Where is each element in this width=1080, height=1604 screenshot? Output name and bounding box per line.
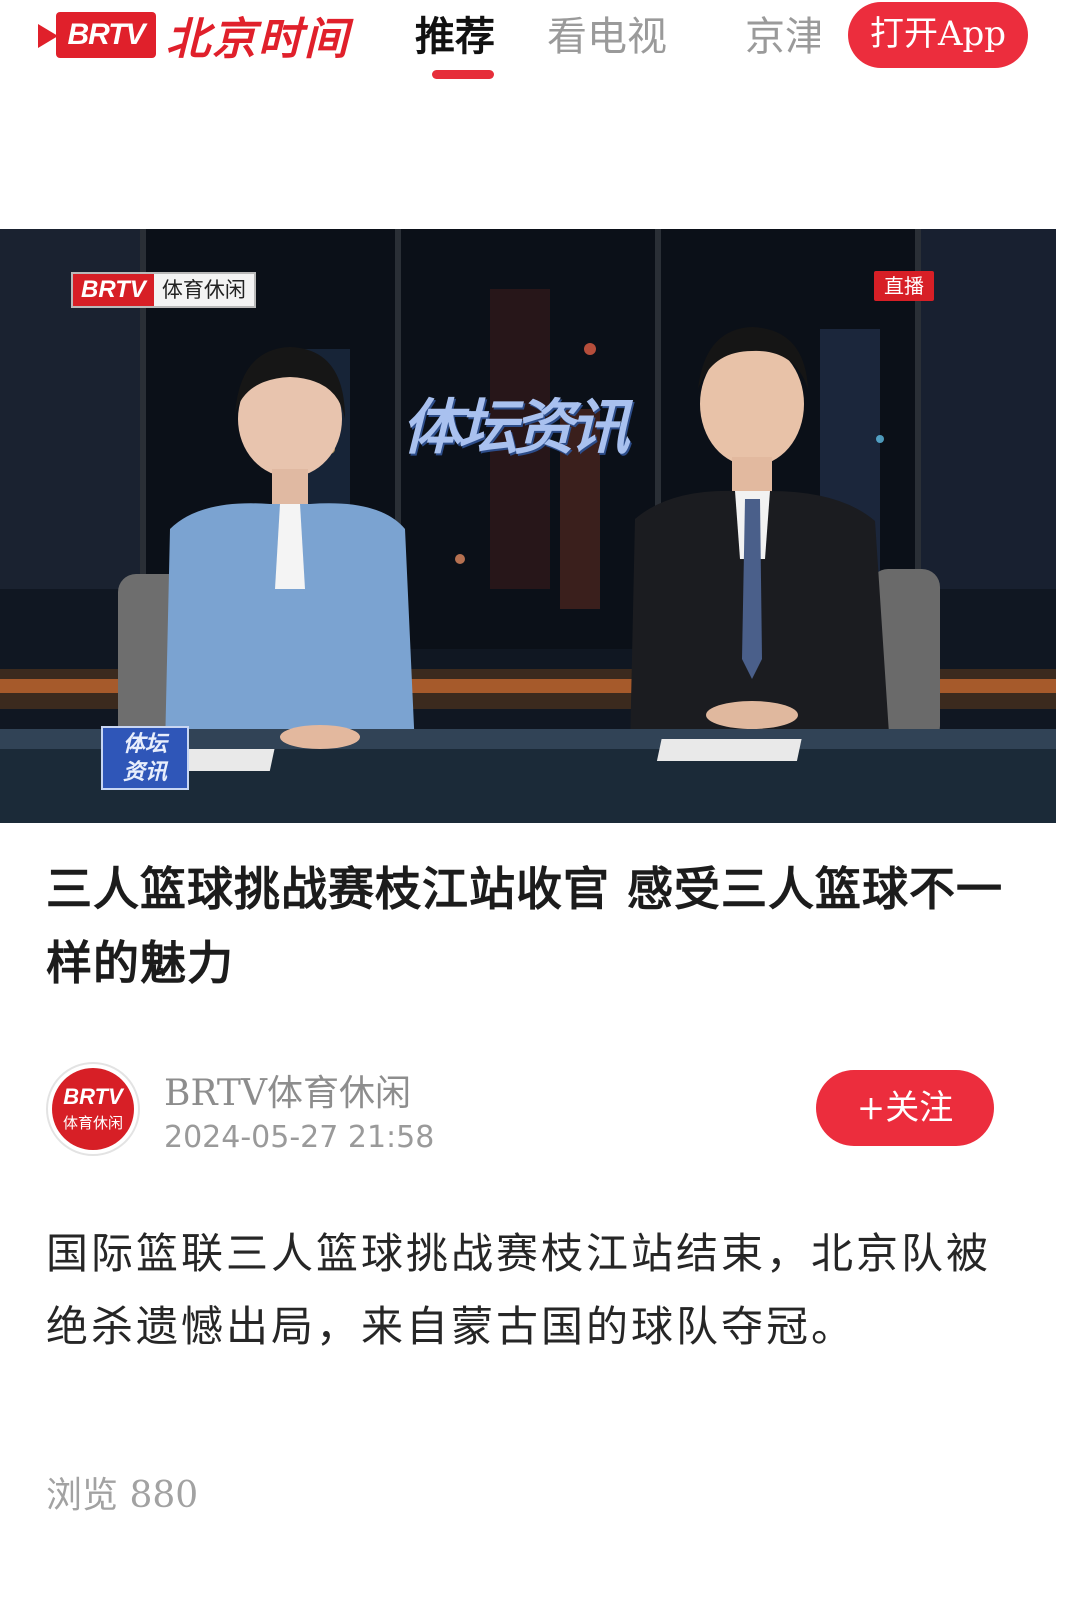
follow-button[interactable]: +关注 [816,1070,994,1146]
tab-watch-tv[interactable]: 看电视 [547,8,667,68]
open-app-button[interactable]: 打开App [848,2,1028,68]
channel-bug: BRTV 体育休闲 [71,272,256,308]
avatar-brand: BRTV [63,1084,123,1109]
brtv-logo-mark: BRTV [38,8,156,62]
author-avatar[interactable]: BRTV 体育休闲 [46,1062,140,1156]
author-row: BRTV 体育休闲 BRTV体育休闲 2024-05-27 21:58 +关注 [46,1062,1036,1158]
tab-jingjin[interactable]: 京津 [745,8,820,66]
top-header: BRTV 北京时间 推荐 看电视 京津 打开App [0,0,1080,110]
live-badge: 直播 [874,271,934,301]
active-tab-indicator [432,70,494,79]
tab-recommend[interactable]: 推荐 [415,8,495,68]
corner-logo-line2: 资讯 [122,760,167,785]
brtv-logo[interactable]: BRTV 北京时间 [38,8,350,65]
view-count: 浏览 880 [46,1475,199,1516]
show-title-graphic: 体坛资讯 [397,393,640,463]
avatar-badge: BRTV 体育休闲 [52,1068,134,1150]
avatar-sub: 体育休闲 [62,1114,123,1132]
channel-bug-name: 体育休闲 [153,274,254,306]
author-name[interactable]: BRTV体育休闲 [164,1064,411,1116]
logo-brtv-text: BRTV [56,12,156,58]
channel-bug-brand: BRTV [73,274,154,306]
publish-time: 2024-05-27 21:58 [164,1120,435,1155]
logo-play-triangle [38,24,58,48]
show-corner-logo: 体坛 资讯 [101,726,189,790]
video-player[interactable]: BRTV 体育休闲 直播 体坛资讯 体坛 资讯 [0,229,1056,823]
corner-logo-line1: 体坛 [122,732,167,757]
tab-jingjin-clip: 京津 [745,8,820,68]
article-body: 国际篮联三人篮球挑战赛枝江站结束，北京队被绝杀遗憾出局，来自蒙古国的球队夺冠。 [46,1229,992,1351]
logo-site-name: 北京时间 [166,14,350,65]
article-title: 三人篮球挑战赛枝江站收官 感受三人篮球不一样的魅力 [46,862,1004,990]
nav-tabs: 推荐 看电视 [415,8,719,68]
